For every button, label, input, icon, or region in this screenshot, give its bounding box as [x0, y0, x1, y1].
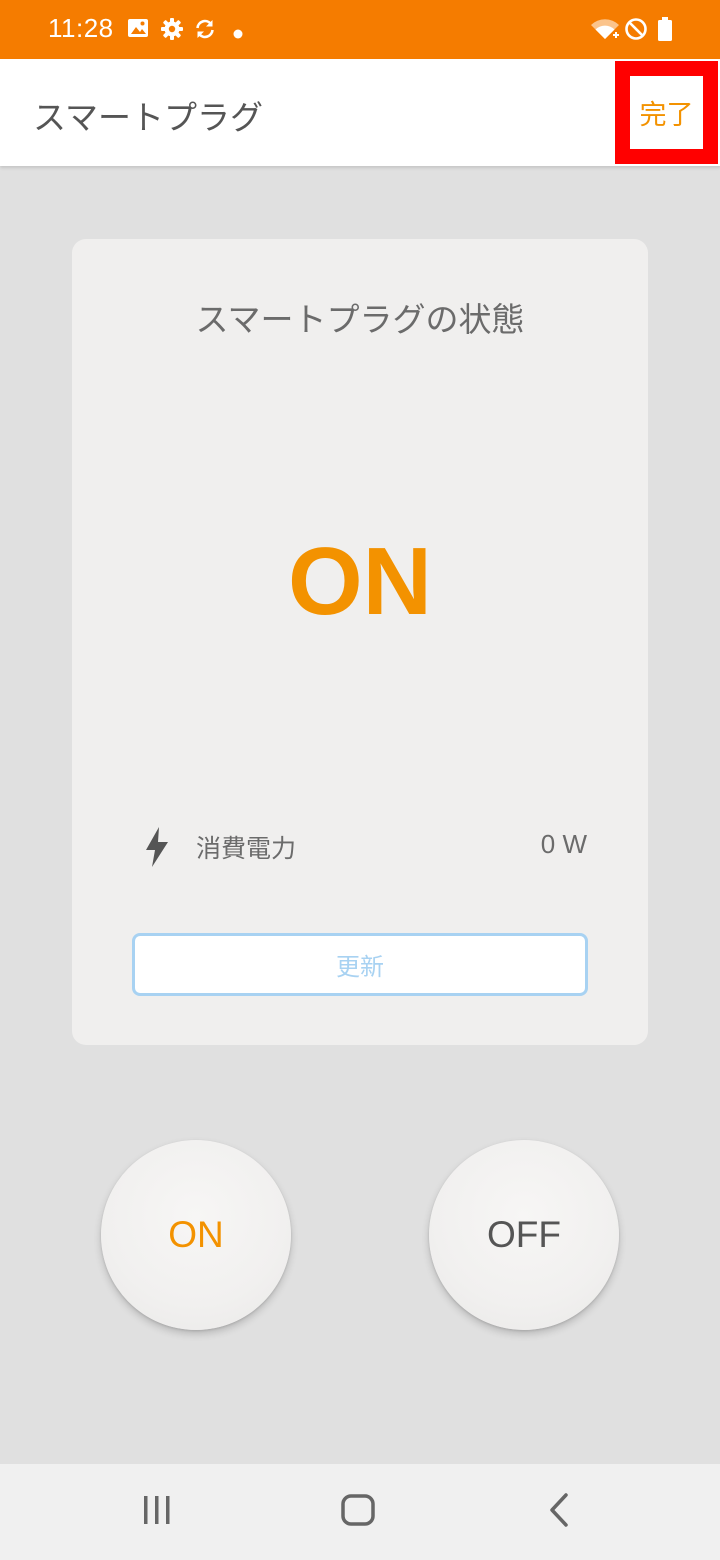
sync-icon	[193, 17, 217, 45]
card-title: スマートプラグの状態	[195, 300, 525, 339]
status-time: 11:28	[48, 13, 114, 43]
lightning-bolt-icon	[144, 827, 170, 871]
status-bar: 11:28	[0, 0, 720, 59]
done-button[interactable]: 完了	[630, 76, 703, 149]
home-icon[interactable]	[340, 1492, 376, 1532]
settings-gear-icon	[160, 17, 184, 45]
battery-icon	[658, 17, 672, 45]
blocked-icon	[624, 17, 648, 45]
system-nav-bar	[0, 1464, 720, 1560]
dot-icon	[233, 24, 243, 43]
plug-state-value: ON	[288, 528, 432, 635]
back-icon[interactable]	[545, 1492, 575, 1532]
app-bar: スマートプラグ 完了	[0, 59, 720, 166]
screen: 11:28 スマートプラグ 完了 スマートプラグの状態 ON 消費電力 0 W …	[0, 0, 720, 1560]
status-card: スマートプラグの状態 ON 消費電力 0 W 更新	[72, 239, 648, 1045]
wifi-icon	[590, 17, 620, 45]
refresh-button[interactable]: 更新	[132, 933, 588, 996]
recent-apps-icon[interactable]	[141, 1492, 173, 1532]
power-consumption-label: 消費電力	[196, 834, 297, 863]
page-title: スマートプラグ	[33, 98, 264, 137]
turn-on-button[interactable]: ON	[101, 1140, 291, 1330]
turn-off-button[interactable]: OFF	[429, 1140, 619, 1330]
image-icon	[127, 17, 149, 43]
done-highlight-box: 完了	[615, 61, 718, 164]
power-consumption-value: 0 W	[540, 829, 587, 859]
